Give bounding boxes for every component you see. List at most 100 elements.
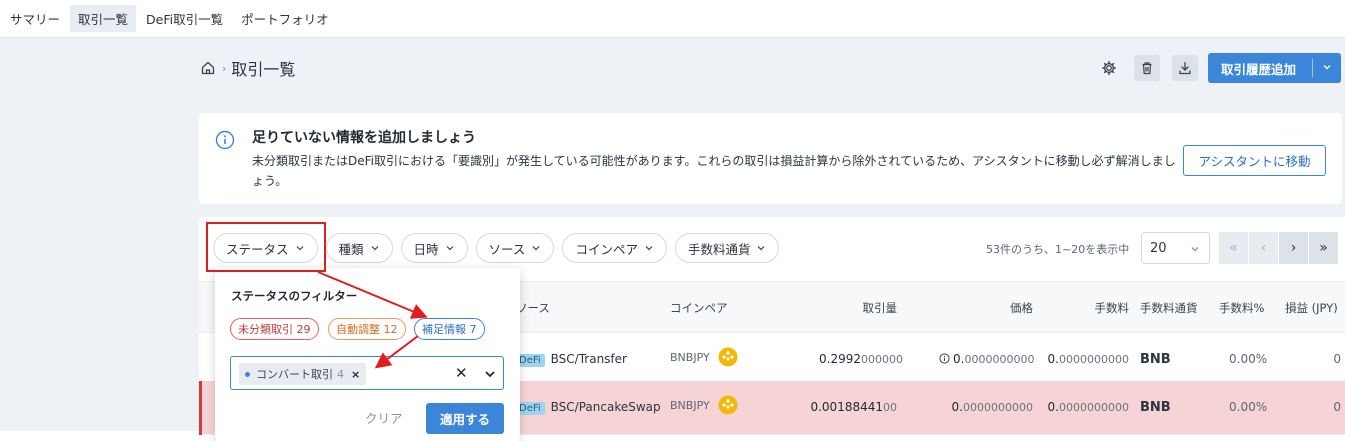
chip-auto-adjust[interactable]: 自動調整 12: [328, 318, 406, 340]
filter-fee-currency-label: 手数料通貨: [687, 241, 751, 257]
page-title: 取引一覧: [231, 60, 296, 79]
price-main: 0.: [951, 400, 963, 414]
pair-name: BNBJPY: [670, 399, 710, 412]
chevron-down-icon: [531, 243, 541, 253]
filter-source-label: ソース: [488, 241, 526, 257]
info-body: 未分類取引またはDeFi取引における「要識別」が発生している可能性があります。こ…: [252, 154, 1176, 188]
chevron-down-icon: [644, 243, 654, 253]
filter-type[interactable]: 種類: [325, 233, 393, 263]
status-filter-popover: ステータスのフィルター 未分類取引 29 自動調整 12 補足情報 7 コンバー…: [215, 268, 520, 441]
tab-portfolio[interactable]: ポートフォリオ: [233, 5, 337, 32]
toolbar-download: [1172, 53, 1198, 83]
toolbar-delete: [1134, 53, 1160, 83]
col-source[interactable]: ソース: [516, 300, 550, 316]
info-icon: [215, 130, 235, 150]
pager: « ‹ › »: [1219, 232, 1339, 264]
chip-supplementary-info[interactable]: 補足情報 7: [414, 318, 485, 340]
chevron-down-icon: [756, 243, 766, 253]
fee-main: 0.: [1047, 352, 1059, 366]
fee-pct-cell: 0.00%: [1229, 400, 1268, 414]
chevron-down-icon: [445, 243, 455, 253]
status-multiselect[interactable]: コンバート取引 4 × ✕: [230, 356, 504, 390]
amount-rest: 000000: [861, 353, 903, 366]
fee-main: 0.: [1047, 400, 1059, 414]
source-cell: DeFi BSC/Transfer: [515, 352, 627, 367]
filter-source[interactable]: ソース: [475, 233, 555, 263]
download-icon[interactable]: [1172, 55, 1198, 81]
prev-page-button[interactable]: ‹: [1249, 232, 1279, 264]
tab-transactions[interactable]: 取引一覧: [70, 5, 137, 32]
col-fee-currency[interactable]: 手数料通貨: [1140, 300, 1198, 316]
price-rest: 0000000000: [964, 353, 1035, 366]
pnl-cell: 0: [1333, 352, 1341, 366]
row-status-marker: [199, 381, 202, 435]
col-pnl[interactable]: 損益 (JPY): [1285, 300, 1338, 316]
tab-summary[interactable]: サマリー: [2, 5, 68, 32]
add-transaction-label: 取引履歴追加: [1221, 61, 1297, 77]
filter-coin-pair-label: コインペア: [575, 241, 638, 257]
chevron-down-icon[interactable]: [1321, 61, 1333, 76]
trash-icon[interactable]: [1134, 55, 1160, 81]
tag-dot: [245, 371, 250, 377]
price-cell: 0.0000000000: [939, 352, 1035, 366]
amount-cell: 0.2992000000: [819, 352, 903, 366]
tab-defi-transactions[interactable]: DeFi取引一覧: [138, 5, 231, 32]
annotation-highlight-box: [206, 222, 326, 272]
fee-pct-cell: 0.00%: [1229, 352, 1268, 366]
col-coin-pair[interactable]: コインペア: [670, 300, 728, 316]
amount-main: 0.2992: [819, 352, 861, 366]
button-divider: [1312, 59, 1313, 77]
source-cell: DeFi BSC/PancakeSwap: [515, 400, 661, 415]
chevron-down-icon: [370, 243, 380, 253]
breadcrumb-separator: ›: [222, 61, 227, 75]
first-page-button[interactable]: «: [1219, 232, 1249, 264]
clear-button[interactable]: クリア: [365, 408, 403, 427]
top-nav: サマリー 取引一覧 DeFi取引一覧 ポートフォリオ: [0, 0, 1345, 38]
fee-cell: 0.0000000000: [1047, 400, 1129, 414]
gear-icon[interactable]: [1096, 55, 1122, 81]
tag-label: コンバート取引: [256, 368, 333, 381]
go-to-assistant-button[interactable]: アシスタントに移動: [1183, 145, 1326, 176]
filter-fee-currency[interactable]: 手数料通貨: [674, 233, 780, 263]
info-banner: 足りていない情報を追加しましょう 未分類取引またはDeFi取引における「要識別」…: [199, 113, 1342, 204]
col-price[interactable]: 価格: [959, 300, 1033, 316]
col-amount[interactable]: 取引量: [809, 300, 898, 316]
price-cell: 0.0000000000: [939, 400, 1033, 414]
filter-datetime-label: 日時: [413, 241, 439, 257]
price-rest: 0000000000: [963, 401, 1033, 414]
page-size-value: 20: [1150, 240, 1167, 256]
pair-name: BNBJPY: [670, 351, 710, 364]
breadcrumb: › 取引一覧: [200, 56, 295, 80]
filter-coin-pair[interactable]: コインペア: [562, 233, 667, 263]
page-size-select[interactable]: 20: [1141, 232, 1210, 264]
bnb-coin-icon: [718, 347, 738, 367]
col-fee[interactable]: 手数料: [1059, 300, 1130, 316]
pagination-info: 53件のうち、1~20を表示中: [986, 243, 1130, 256]
col-fee-pct[interactable]: 手数料%: [1219, 300, 1264, 316]
pair-cell: BNBJPY: [670, 395, 738, 415]
home-icon[interactable]: [200, 60, 216, 76]
info-icon[interactable]: [939, 352, 953, 366]
fee-currency-cell: BNB: [1140, 352, 1171, 367]
fee-rest: 0000000000: [1059, 353, 1129, 366]
amount-main: 0.00188441: [810, 400, 883, 414]
filter-type-label: 種類: [338, 241, 364, 257]
filter-datetime[interactable]: 日時: [400, 233, 468, 263]
tag-remove-icon[interactable]: ×: [351, 368, 360, 381]
apply-button[interactable]: 適用する: [426, 403, 504, 434]
left-pane: [0, 38, 190, 431]
pair-cell: BNBJPY: [670, 347, 738, 367]
last-page-button[interactable]: »: [1309, 232, 1339, 264]
amount-cell: 0.0018844100: [809, 400, 897, 414]
next-page-button[interactable]: ›: [1279, 232, 1309, 264]
fee-currency-cell: BNB: [1140, 400, 1171, 415]
clear-selection-icon[interactable]: ✕: [455, 364, 468, 382]
toolbar: [1096, 53, 1122, 83]
chevron-down-icon: [1189, 243, 1201, 259]
chevron-down-icon[interactable]: [483, 367, 497, 385]
chip-unclassified[interactable]: 未分類取引 29: [230, 318, 319, 340]
add-transaction-button[interactable]: 取引履歴追加: [1208, 53, 1341, 83]
tag-count: 4: [337, 367, 344, 381]
bnb-coin-icon: [718, 395, 738, 415]
status-filter-title: ステータスのフィルター: [231, 289, 358, 303]
